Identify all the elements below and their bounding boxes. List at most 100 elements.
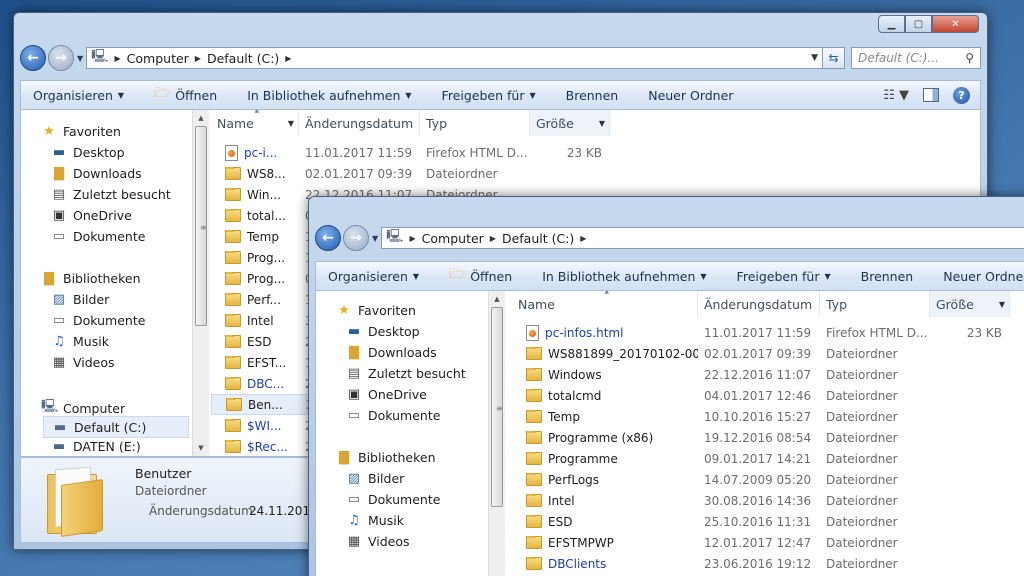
scroll-up-icon[interactable]: ▲ <box>193 110 209 126</box>
open-button[interactable]: 🗁 Öffnen <box>449 265 512 287</box>
column-name[interactable]: Name ▼ <box>211 110 299 136</box>
breadcrumb-separator-icon[interactable]: ▶ <box>410 234 416 243</box>
scroll-down-icon[interactable]: ▼ <box>193 440 209 456</box>
file-row[interactable]: ESD 25.10.2016 11:31 Dateiordner <box>512 511 1024 532</box>
burn-button[interactable]: Brennen <box>566 88 619 103</box>
breadcrumb-separator-icon[interactable]: ▶ <box>115 54 121 63</box>
refresh-icon[interactable]: ⇆ <box>823 47 845 69</box>
nav-drive-e[interactable]: ▬ DATEN (E:) <box>51 439 141 454</box>
nav-pictures[interactable]: ▨ Bilder <box>346 471 404 486</box>
nav-favorites[interactable]: ★ Favoriten <box>41 124 121 139</box>
nav-drive-c[interactable]: ▬ Default (C:) <box>43 416 189 438</box>
minimize-button[interactable]: ▁ <box>878 15 905 33</box>
nav-pictures[interactable]: ▨ Bilder <box>51 292 109 307</box>
forward-arrow-icon[interactable]: → <box>343 225 369 251</box>
chevron-down-icon[interactable]: ▼ <box>599 119 605 128</box>
file-row[interactable]: totalcmd 04.01.2017 12:46 Dateiordner <box>512 385 1024 406</box>
nav-lib-documents[interactable]: ▭ Dokumente <box>346 492 441 507</box>
nav-libraries[interactable]: ▇ Bibliotheken <box>41 271 141 286</box>
file-name: Programme <box>548 451 618 466</box>
file-row[interactable]: WS881899_20170102-000001 02.01.2017 09:39… <box>512 343 1024 364</box>
history-dropdown-icon[interactable]: ▼ <box>372 234 378 243</box>
column-date[interactable]: Änderungsdatum <box>299 110 420 136</box>
nav-onedrive[interactable]: ▣ OneDrive <box>51 208 132 223</box>
library-menu[interactable]: In Bibliothek aufnehmen ▼ <box>247 88 411 103</box>
file-row[interactable]: Temp 10.10.2016 15:27 Dateiordner <box>512 406 1024 427</box>
nav-desktop[interactable]: ▬ Desktop <box>346 324 420 339</box>
nav-pane-scrollbar[interactable]: ▲ ≡ ▼ <box>192 110 209 456</box>
breadcrumb-drive[interactable]: Default (C:) <box>207 51 279 66</box>
preview-pane-icon[interactable] <box>923 88 939 102</box>
breadcrumb-separator-icon[interactable]: ▶ <box>195 54 201 63</box>
nav-lib-documents[interactable]: ▭ Dokumente <box>51 313 146 328</box>
new-folder-button[interactable]: Neuer Ordner <box>648 88 733 103</box>
scrollbar-thumb[interactable]: ≡ <box>195 126 207 326</box>
breadcrumb-computer[interactable]: Computer <box>127 51 189 66</box>
nav-music[interactable]: ♫ Musik <box>346 513 404 528</box>
column-type[interactable]: Typ <box>420 110 530 136</box>
file-row[interactable]: PerfLogs 14.07.2009 05:20 Dateiordner <box>512 469 1024 490</box>
view-options-icon[interactable]: ☷ ▼ <box>883 88 909 103</box>
address-bar[interactable]: 🖳 ▶ Computer ▶ Default (C:) ▶ <box>381 227 1024 249</box>
file-row[interactable]: EFSTMPWP 12.01.2017 12:47 Dateiordner <box>512 532 1024 553</box>
file-row[interactable]: Intel 30.08.2016 14:36 Dateiordner <box>512 490 1024 511</box>
forward-arrow-icon[interactable]: → <box>48 45 74 71</box>
nav-favorites[interactable]: ★ Favoriten <box>336 303 416 318</box>
nav-downloads[interactable]: ▇ Downloads <box>51 166 142 181</box>
breadcrumb-separator-icon[interactable]: ▶ <box>285 54 291 63</box>
breadcrumb-drive[interactable]: Default (C:) <box>502 231 574 246</box>
new-folder-button[interactable]: Neuer Ordner <box>943 269 1024 284</box>
file-row[interactable]: Windows 22.12.2016 11:07 Dateiordner <box>512 364 1024 385</box>
help-icon[interactable]: ? <box>953 86 970 104</box>
scrollbar-thumb[interactable]: ≡ <box>491 307 503 507</box>
back-arrow-icon[interactable]: ← <box>315 225 341 251</box>
organize-menu[interactable]: Organisieren ▼ <box>33 88 124 103</box>
address-bar[interactable]: 🖳 ▶ Computer ▶ Default (C:) ▶ ▼ <box>86 47 823 69</box>
column-name[interactable]: Name <box>512 291 698 317</box>
open-button[interactable]: 🗁 Öffnen <box>154 84 217 106</box>
nav-recent[interactable]: ▤ Zuletzt besucht <box>51 187 171 202</box>
file-row[interactable]: Programme 09.01.2017 14:21 Dateiordner <box>512 448 1024 469</box>
nav-libraries[interactable]: ▇ Bibliotheken <box>336 450 436 465</box>
file-row[interactable]: WS8... 02.01.2017 09:39 Dateiordner <box>211 163 980 184</box>
nav-music[interactable]: ♫ Musik <box>51 334 109 349</box>
share-menu[interactable]: Freigeben für ▼ <box>442 88 536 103</box>
chevron-down-icon[interactable]: ▼ <box>999 300 1005 309</box>
nav-documents[interactable]: ▭ Dokumente <box>346 408 441 423</box>
desktop-icon: ▬ <box>347 324 361 339</box>
address-dropdown-icon[interactable]: ▼ <box>811 53 818 63</box>
file-row[interactable]: Programme (x86) 19.12.2016 08:54 Dateiordn… <box>512 427 1024 448</box>
breadcrumb-computer[interactable]: Computer <box>422 231 484 246</box>
breadcrumb-separator-icon[interactable]: ▶ <box>490 234 496 243</box>
explorer-window-front[interactable]: ← → ▼ 🖳 ▶ Computer ▶ Default (C:) ▶ Orga… <box>308 196 1024 576</box>
nav-recent[interactable]: ▤ Zuletzt besucht <box>346 366 466 381</box>
nav-videos[interactable]: ▦ Videos <box>346 534 410 549</box>
organize-menu[interactable]: Organisieren ▼ <box>328 269 419 284</box>
back-arrow-icon[interactable]: ← <box>20 45 46 71</box>
column-type[interactable]: Typ <box>820 291 930 317</box>
file-row[interactable]: DBClients 23.06.2016 19:12 Dateiordner <box>512 553 1024 574</box>
breadcrumb-separator-icon[interactable]: ▶ <box>580 234 586 243</box>
nav-documents[interactable]: ▭ Dokumente <box>51 229 146 244</box>
column-date[interactable]: Änderungsdatum <box>698 291 820 317</box>
nav-downloads[interactable]: ▇ Downloads <box>346 345 437 360</box>
nav-label: DATEN (E:) <box>73 439 141 454</box>
share-menu[interactable]: Freigeben für ▼ <box>737 269 831 284</box>
file-row[interactable]: pc-infos.html 11.01.2017 11:59 Firefox HTM… <box>512 322 1024 343</box>
nav-desktop[interactable]: ▬ Desktop <box>51 145 125 160</box>
file-row[interactable]: pc-i... 11.01.2017 11:59 Firefox HTML D...… <box>211 142 980 163</box>
nav-onedrive[interactable]: ▣ OneDrive <box>346 387 427 402</box>
search-input[interactable]: Default (C:)... ⚲ <box>851 47 981 69</box>
scroll-up-icon[interactable]: ▲ <box>489 291 505 307</box>
nav-pane-scrollbar[interactable]: ▲ ≡ <box>488 291 505 576</box>
close-button[interactable]: ✕ <box>932 15 979 33</box>
search-icon[interactable]: ⚲ <box>965 51 974 65</box>
nav-videos[interactable]: ▦ Videos <box>51 355 115 370</box>
history-dropdown-icon[interactable]: ▼ <box>77 54 83 63</box>
library-menu[interactable]: In Bibliothek aufnehmen ▼ <box>542 269 706 284</box>
chevron-down-icon[interactable]: ▼ <box>288 119 294 128</box>
burn-button[interactable]: Brennen <box>861 269 914 284</box>
maximize-button[interactable]: ▢ <box>905 15 932 33</box>
column-size[interactable]: Größe ▼ <box>930 291 1010 317</box>
column-size[interactable]: Größe ▼ <box>530 110 610 136</box>
